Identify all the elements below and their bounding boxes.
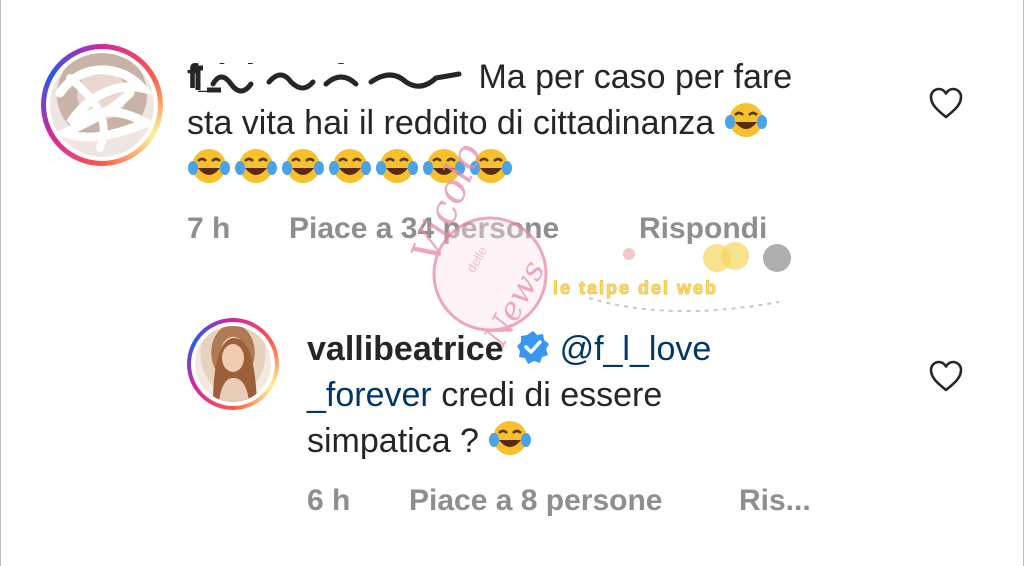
face-with-tears-of-joy-icon	[724, 103, 767, 137]
face-with-tears-of-joy-icon	[489, 421, 532, 455]
avatar-photo-obscured	[50, 53, 154, 157]
scribble-redaction-icon	[54, 65, 154, 152]
verified-badge-icon	[516, 331, 549, 364]
comment-line-2: sta vita hai il reddito di cittadinanza	[187, 100, 771, 146]
reply-author-avatar[interactable]	[187, 318, 279, 410]
reply-likes-count-link[interactable]: Piace a 8 persone	[409, 484, 662, 518]
emoji-row	[187, 146, 516, 192]
comment-text-line: sta vita hai il reddito di cittadinanza	[187, 104, 715, 142]
face-with-tears-of-joy-icon	[188, 149, 230, 183]
face-with-tears-of-joy-icon	[376, 149, 418, 183]
likes-count-link[interactable]: Piace a 34 persone	[289, 212, 559, 246]
face-with-tears-of-joy-icon	[470, 149, 512, 183]
watermark-secondary-text: le talpe del web	[552, 278, 719, 299]
reply-text: simpatica ?	[307, 422, 479, 460]
avatar-photo	[195, 326, 271, 402]
reply-timestamp: 6 h	[307, 484, 351, 517]
mention-link[interactable]: @f_l_love	[560, 330, 712, 368]
username-redaction-icon	[193, 64, 463, 94]
face-with-tears-of-joy-icon	[423, 149, 465, 183]
reply-line-1: vallibeatrice @f_l_love	[307, 326, 711, 372]
person-portrait-icon	[213, 338, 257, 402]
reply-button[interactable]: Ris...	[739, 484, 811, 518]
reply-author-username[interactable]: vallibeatrice	[307, 330, 504, 368]
comment-thread: f_l_love_forever Ma per caso per fare st…	[0, 0, 1024, 566]
mention-link-continued[interactable]: _forever	[307, 376, 432, 414]
face-with-tears-of-joy-icon	[235, 149, 277, 183]
reply-line-3: simpatica ?	[307, 418, 535, 464]
like-heart-icon[interactable]	[928, 359, 964, 393]
comment-timestamp: 7 h	[187, 212, 231, 245]
comment-text-line: Ma per caso per fare	[478, 58, 793, 96]
like-heart-icon[interactable]	[928, 86, 964, 120]
reply-text: credi di essere	[441, 376, 663, 414]
watermark-text: delle	[463, 243, 491, 276]
face-with-tears-of-joy-icon	[329, 149, 371, 183]
commenter-avatar[interactable]	[41, 44, 163, 166]
reply-button[interactable]: Rispondi	[639, 212, 767, 246]
face-with-tears-of-joy-icon	[282, 149, 324, 183]
reply-line-2: _forever credi di essere	[307, 372, 662, 418]
